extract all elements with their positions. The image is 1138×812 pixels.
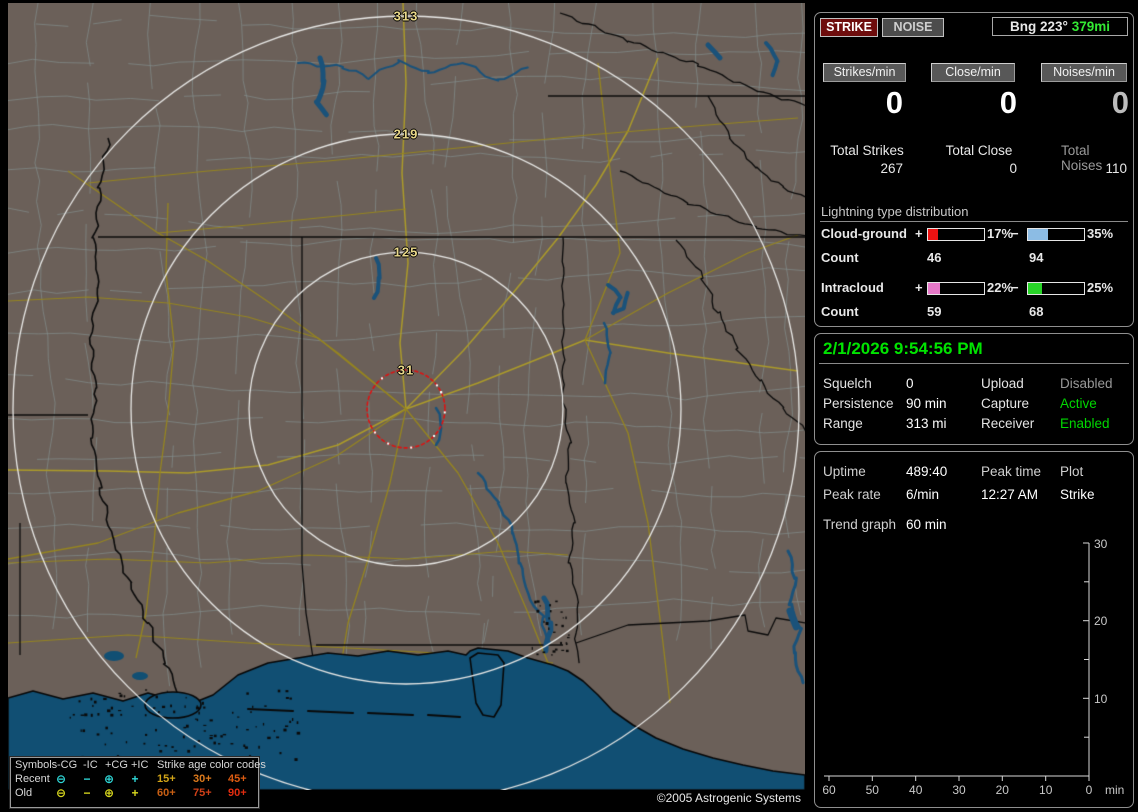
legend-header-symbols: Symbols: [15, 759, 58, 771]
squelch-label: Squelch: [823, 376, 872, 391]
plus-sign: +: [915, 226, 923, 241]
lightning-map[interactable]: 313 219 125 31 Symbols -CG -IC +CG +IC S…: [8, 3, 805, 809]
range-label: Range: [823, 416, 863, 431]
neg-cg-recent-icon: ⊖: [55, 772, 67, 786]
upload-value: Disabled: [1060, 376, 1113, 391]
peak-time-value: 12:27 AM: [981, 487, 1039, 502]
count-label: Count: [821, 250, 859, 265]
bearing-readout: Bng 223° 379mi: [992, 17, 1128, 36]
pos-cg-recent-icon: ⊕: [103, 772, 115, 786]
uptime-trend-panel: Uptime 489:40 Peak time Plot Peak rate 6…: [814, 451, 1134, 808]
total-close-value: 0: [1009, 161, 1017, 176]
cg-minus-count: 94: [1029, 250, 1044, 265]
close-per-min-chip[interactable]: Close/min: [931, 63, 1015, 82]
plot-label: Plot: [1060, 464, 1084, 479]
peak-rate-label: Peak rate: [823, 487, 881, 502]
distribution-title: Lightning type distribution: [821, 204, 969, 219]
total-strikes-value: 267: [880, 161, 903, 176]
receiver-value: Enabled: [1060, 416, 1110, 431]
range-ring-label-31: 31: [397, 362, 415, 378]
age-30: 30+: [193, 773, 212, 785]
trend-x-40: 40: [909, 783, 923, 797]
total-noises-value: 110: [1105, 161, 1127, 176]
trend-x-0: 0: [1086, 783, 1093, 797]
legend-age-title: Strike age color codes: [157, 759, 266, 771]
copyright-text: ©2005 Astrogenic Systems: [656, 791, 801, 805]
trend-y-10: 10: [1094, 692, 1108, 706]
legend-header-ncg: -CG: [57, 759, 78, 771]
strikes-rate-value: 0: [885, 85, 903, 120]
range-ring-label-313: 313: [393, 8, 419, 24]
squelch-value: 0: [906, 376, 914, 391]
persistence-label: Persistence: [823, 396, 894, 411]
total-noises-label: Total Noises: [1061, 143, 1103, 173]
strike-stats-panel: STRIKE NOISE Bng 223° 379mi Strikes/min …: [814, 12, 1134, 327]
trend-x-30: 30: [952, 783, 966, 797]
neg-ic-recent-icon: −: [83, 772, 91, 786]
cg-plus-bar: [927, 228, 985, 241]
range-value: 313 mi: [906, 416, 947, 431]
ic-minus-bar: [1027, 282, 1085, 295]
noises-rate-value: 0: [1111, 85, 1129, 120]
trend-x-10: 10: [1039, 783, 1053, 797]
strikes-per-min-chip[interactable]: Strikes/min: [823, 63, 906, 82]
total-close-label: Total Close: [945, 143, 1013, 158]
total-strikes-label: Total Strikes: [830, 143, 904, 158]
noise-toggle-button[interactable]: NOISE: [882, 18, 944, 37]
capture-label: Capture: [981, 396, 1030, 411]
intracloud-label: Intracloud: [821, 280, 884, 295]
trend-graph-value: 60 min: [906, 517, 947, 532]
cg-plus-pct: 17%: [987, 226, 1014, 241]
plot-value: Strike: [1060, 487, 1095, 502]
bearing-distance: 379mi: [1071, 19, 1110, 34]
strike-toggle-button[interactable]: STRIKE: [820, 18, 878, 37]
cg-plus-count: 46: [927, 250, 942, 265]
trend-x-20: 20: [996, 783, 1010, 797]
plus-sign: +: [915, 280, 923, 295]
uptime-value: 489:40: [906, 464, 948, 479]
bearing-label: Bng 223°: [1010, 19, 1068, 34]
minus-sign: −: [1011, 226, 1019, 241]
ic-plus-bar: [927, 282, 985, 295]
trend-x-unit: min: [1105, 783, 1124, 797]
ic-minus-count: 68: [1029, 304, 1044, 319]
close-rate-value: 0: [999, 85, 1017, 120]
range-ring-label-125: 125: [393, 244, 419, 260]
ic-minus-pct: 25%: [1087, 280, 1114, 295]
ic-plus-count: 59: [927, 304, 942, 319]
legend-recent-label: Recent: [15, 773, 50, 785]
legend-header-nic: -IC: [83, 759, 98, 771]
count-label: Count: [821, 304, 859, 319]
status-panel: 2/1/2026 9:54:56 PM Squelch 0 Upload Dis…: [814, 333, 1134, 445]
trend-y-20: 20: [1094, 614, 1108, 628]
distribution-rule: [820, 221, 1128, 222]
cg-minus-bar: [1027, 228, 1085, 241]
minus-sign: −: [1011, 280, 1019, 295]
age-15: 15+: [157, 773, 176, 785]
upload-label: Upload: [981, 376, 1024, 391]
map-canvas[interactable]: [8, 3, 805, 790]
trend-graph-label: Trend graph: [823, 517, 897, 532]
range-ring-label-219: 219: [393, 126, 419, 142]
trend-x-50: 50: [866, 783, 880, 797]
age-45: 45+: [228, 773, 247, 785]
legend-header-pcg: +CG: [105, 759, 128, 771]
pos-ic-recent-icon: +: [131, 772, 139, 786]
cloud-ground-label: Cloud-ground: [821, 226, 907, 241]
persistence-value: 90 min: [906, 396, 947, 411]
cg-minus-pct: 35%: [1087, 226, 1114, 241]
datetime-display: 2/1/2026 9:54:56 PM: [823, 339, 983, 358]
trend-graph: 30 20 10 60 50 40 30 20 10 0 min: [822, 537, 1124, 797]
noises-per-min-chip[interactable]: Noises/min: [1041, 63, 1127, 82]
receiver-label: Receiver: [981, 416, 1035, 431]
legend-header-pic: +IC: [131, 759, 149, 771]
trend-y-30: 30: [1094, 537, 1108, 551]
capture-value: Active: [1060, 396, 1097, 411]
trend-x-60: 60: [822, 783, 836, 797]
ic-plus-pct: 22%: [987, 280, 1014, 295]
datetime-rule: [819, 363, 1129, 364]
peak-time-label: Peak time: [981, 464, 1042, 479]
peak-rate-value: 6/min: [906, 487, 940, 502]
uptime-label: Uptime: [823, 464, 866, 479]
